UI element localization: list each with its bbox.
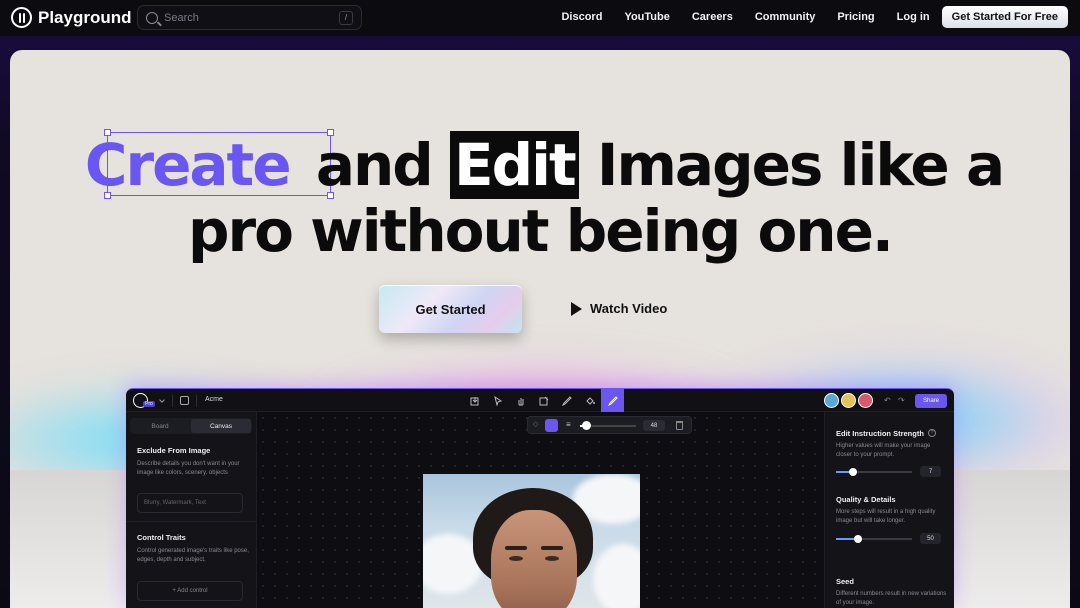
seed-title: Seed bbox=[836, 577, 854, 586]
playground-logo-icon bbox=[11, 7, 32, 28]
avatar[interactable] bbox=[858, 393, 873, 408]
import-icon bbox=[470, 396, 478, 405]
headline-word-and: and bbox=[297, 131, 450, 199]
quality-description: More steps will result in a high quality… bbox=[836, 509, 936, 524]
quality-knob[interactable] bbox=[854, 535, 862, 543]
headline-line2: pro without being one. bbox=[188, 197, 894, 265]
canvas[interactable]: ◇ ≡ 48 bbox=[257, 412, 824, 608]
pen-tool[interactable] bbox=[555, 389, 578, 412]
help-icon[interactable]: ? bbox=[928, 429, 936, 437]
cursor-icon bbox=[493, 395, 502, 406]
bucket-icon bbox=[585, 396, 595, 405]
control-traits-title: Control Traits bbox=[137, 533, 186, 542]
brand-name: Playground bbox=[38, 7, 132, 27]
tab-canvas[interactable]: Canvas bbox=[191, 419, 251, 433]
redo-icon[interactable]: ↷ bbox=[898, 396, 905, 405]
import-tool[interactable] bbox=[463, 389, 486, 412]
headline-word-edit: Edit bbox=[449, 131, 579, 199]
portrait-image[interactable] bbox=[423, 474, 640, 608]
add-control-button[interactable]: + Add control bbox=[137, 581, 243, 601]
play-icon bbox=[571, 301, 582, 316]
nav-link-community[interactable]: Community bbox=[755, 11, 816, 23]
brush-lines-icon: ≡ bbox=[566, 420, 571, 429]
quality-title: Quality & Details bbox=[836, 495, 896, 504]
undo-icon[interactable]: ↶ bbox=[884, 396, 891, 405]
get-started-free-button[interactable]: Get Started For Free bbox=[941, 6, 1068, 28]
quality-value[interactable]: 50 bbox=[920, 533, 941, 544]
exclude-title: Exclude From Image bbox=[137, 446, 211, 455]
nav-link-careers[interactable]: Careers bbox=[692, 11, 733, 23]
portrait-brow bbox=[505, 546, 527, 550]
toolbar-divider bbox=[196, 395, 197, 407]
portrait-eye bbox=[545, 556, 559, 561]
get-started-button[interactable]: Get Started bbox=[379, 285, 522, 333]
pen-icon bbox=[561, 395, 572, 406]
trash-icon[interactable] bbox=[676, 421, 683, 430]
project-name[interactable]: Acme bbox=[205, 396, 223, 403]
nav-link-pricing[interactable]: Pricing bbox=[837, 11, 874, 23]
brush-size-knob[interactable] bbox=[582, 421, 591, 430]
strength-knob[interactable] bbox=[849, 468, 857, 476]
brush-pen-icon[interactable] bbox=[545, 419, 558, 432]
strength-description: Higher values will make your image close… bbox=[836, 443, 931, 458]
headline-line1-rest: Images like a bbox=[578, 131, 1005, 199]
brush-icon bbox=[607, 395, 618, 406]
brush-tool[interactable] bbox=[601, 389, 624, 412]
share-button[interactable]: Share bbox=[915, 394, 947, 408]
nav-link-youtube[interactable]: YouTube bbox=[624, 11, 669, 23]
view-toggle: Board Canvas bbox=[130, 418, 252, 434]
top-navbar: Playground / Discord YouTube Careers Com… bbox=[0, 0, 1080, 36]
pan-tool[interactable] bbox=[509, 389, 532, 412]
hand-icon bbox=[518, 397, 523, 405]
brush-mode-icon[interactable]: ◇ bbox=[533, 420, 538, 428]
cloud bbox=[593, 544, 640, 608]
avatar[interactable] bbox=[824, 393, 839, 408]
strength-value[interactable]: 7 bbox=[920, 466, 941, 477]
hero-headline: Create and Edit Images like a pro withou… bbox=[10, 131, 1070, 265]
brand-logo[interactable]: Playground bbox=[11, 7, 132, 28]
pro-badge: Pro bbox=[143, 401, 155, 407]
left-panel: Board Canvas Exclude From Image Describe… bbox=[126, 412, 257, 608]
collaborator-avatars bbox=[824, 393, 873, 408]
image-edit-icon bbox=[539, 396, 548, 405]
exclude-description: Describe details you don't want in your … bbox=[137, 461, 240, 476]
right-panel: Edit Instruction Strength ? Higher value… bbox=[824, 412, 954, 608]
toolbar-divider bbox=[172, 395, 173, 407]
editor-toolbar: Pro Acme ↶ ↷ Share bbox=[126, 389, 954, 412]
brush-size-value[interactable]: 48 bbox=[643, 420, 665, 431]
exclude-input[interactable]: Blurry, Watermark, Text bbox=[137, 493, 243, 513]
tool-group bbox=[463, 389, 624, 412]
edit-image-tool[interactable] bbox=[532, 389, 555, 412]
sidebar-toggle-icon[interactable] bbox=[180, 396, 189, 405]
fill-tool[interactable] bbox=[578, 389, 601, 412]
nav-link-discord[interactable]: Discord bbox=[561, 11, 602, 23]
search-input[interactable] bbox=[164, 11, 333, 24]
watch-video-label: Watch Video bbox=[590, 301, 668, 316]
editor-window: Pro Acme ↶ ↷ Share Board Canvas Exclude … bbox=[126, 388, 954, 608]
control-traits-description: Control generated image's traits like po… bbox=[137, 548, 249, 563]
nav-links: Discord YouTube Careers Community Pricin… bbox=[539, 6, 1068, 28]
avatar[interactable] bbox=[841, 393, 856, 408]
portrait-face bbox=[491, 510, 577, 608]
search-box[interactable]: / bbox=[137, 5, 362, 30]
seed-description: Different numbers result in new variatio… bbox=[836, 591, 947, 606]
strength-title: Edit Instruction Strength bbox=[836, 429, 924, 438]
panel-divider bbox=[126, 521, 257, 522]
portrait-brow bbox=[541, 546, 563, 550]
select-tool[interactable] bbox=[486, 389, 509, 412]
watch-video-button[interactable]: Watch Video bbox=[571, 301, 667, 316]
search-icon bbox=[146, 11, 158, 24]
search-shortcut-key: / bbox=[339, 10, 353, 25]
brush-settings-bar: ◇ ≡ 48 bbox=[527, 416, 692, 434]
tab-board[interactable]: Board bbox=[130, 418, 190, 434]
chevron-down-icon[interactable] bbox=[159, 397, 165, 403]
portrait-eye bbox=[509, 556, 523, 561]
headline-word-create: Create bbox=[84, 131, 292, 199]
nav-link-login[interactable]: Log in bbox=[897, 11, 930, 23]
